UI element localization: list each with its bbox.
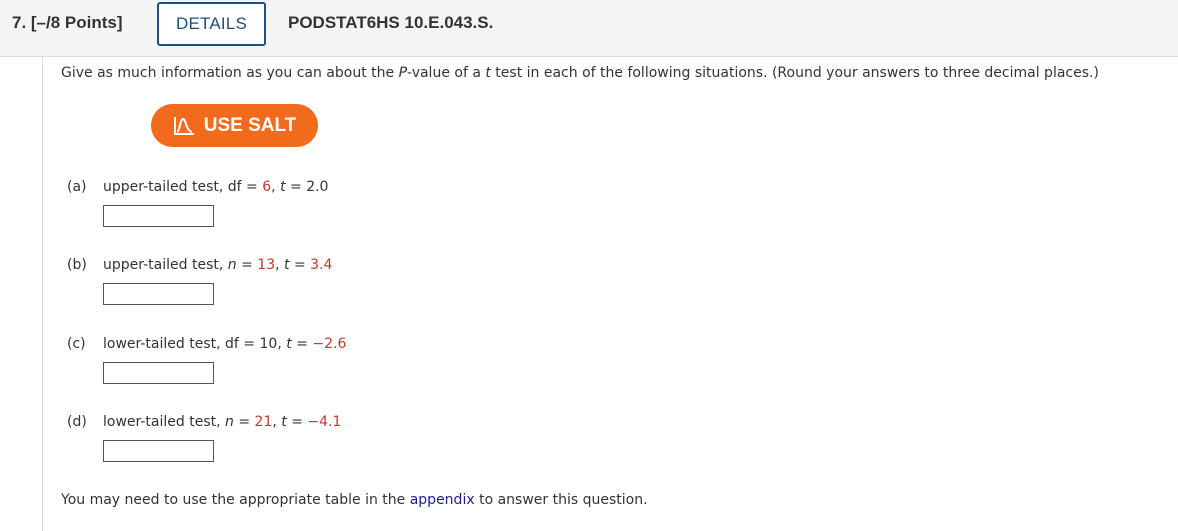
problem-code: PODSTAT6HS 10.E.043.S. [288,13,494,32]
answer-input-c[interactable] [103,362,214,384]
part-b: (b) upper-tailed test, n = 13, t = 3.4 [67,257,333,273]
appendix-link[interactable]: appendix [410,492,475,508]
param-value: 6 [262,179,272,195]
question-body: Give as much information as you can abou… [42,57,1178,531]
part-d: (d) lower-tailed test, n = 21, t = −4.1 [67,414,342,430]
part-label: (d) [67,414,87,430]
use-salt-button[interactable]: USE SALT [151,104,318,147]
part-c: (c) lower-tailed test, df = 10, t = −2.6 [67,336,347,352]
t-value: 2.0 [306,179,329,195]
t-value: 3.4 [310,257,333,273]
details-button[interactable]: DETAILS [157,2,266,46]
part-label: (b) [67,257,87,273]
footer-note: You may need to use the appropriate tabl… [61,492,648,508]
param-value: 10 [259,336,278,352]
part-label: (c) [67,336,86,352]
answer-input-b[interactable] [103,283,214,305]
part-a: (a) upper-tailed test, df = 6, t = 2.0 [67,179,329,195]
question-number: 7. [–/8 Points] [12,13,123,32]
answer-input-d[interactable] [103,440,214,462]
t-value: −4.1 [307,414,342,430]
t-value: −2.6 [312,336,347,352]
answer-input-a[interactable] [103,205,214,227]
salt-chart-icon [173,116,194,135]
question-header: 7. [–/8 Points] DETAILS PODSTAT6HS 10.E.… [0,0,1178,57]
param-value: 21 [254,414,273,430]
use-salt-label: USE SALT [203,114,297,136]
question-prompt: Give as much information as you can abou… [61,65,1099,81]
param-value: 13 [257,257,276,273]
part-label: (a) [67,179,87,195]
